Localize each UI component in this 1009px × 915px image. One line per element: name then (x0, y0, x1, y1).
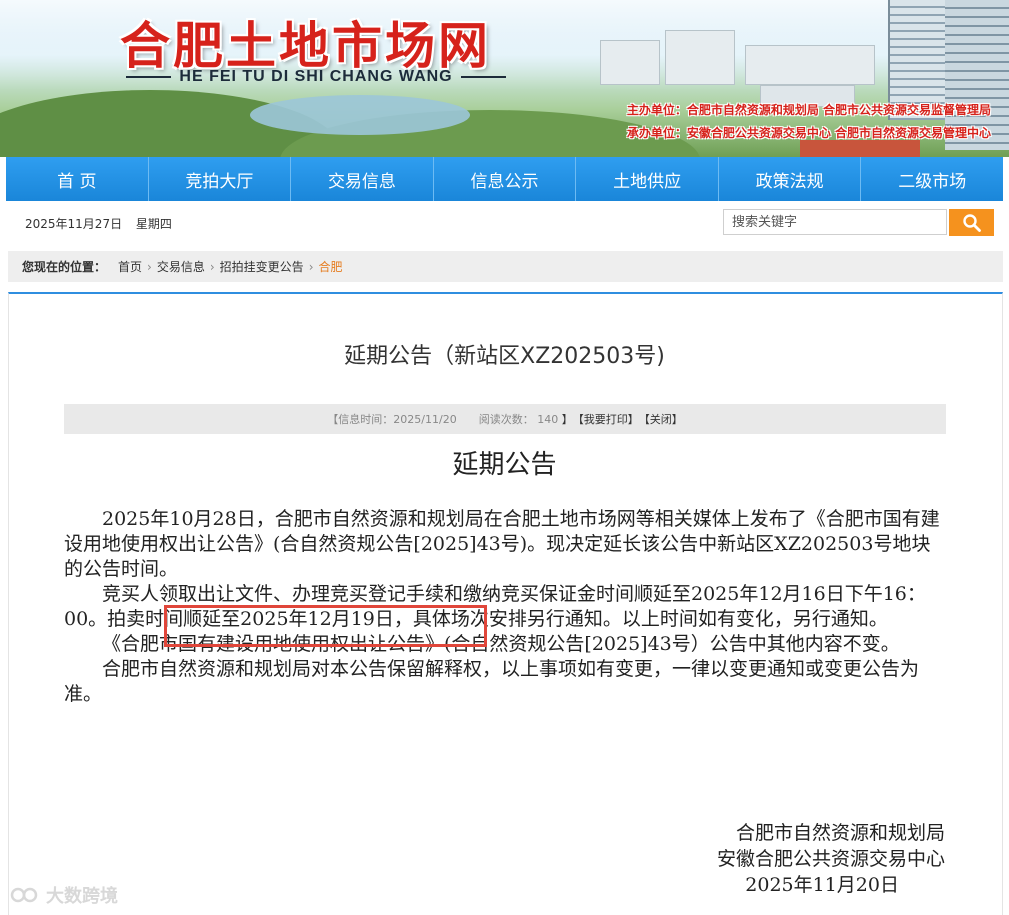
search-icon (962, 213, 981, 232)
banner-building (745, 45, 875, 85)
print-link[interactable]: 【我要打印】 (573, 411, 639, 427)
breadcrumb: 您现在的位置： 首页 › 交易信息 › 招拍挂变更公告 › 合肥 (8, 251, 1003, 282)
banner-lake (250, 95, 470, 135)
chevron-right-icon: › (308, 259, 314, 274)
chevron-right-icon: › (209, 259, 215, 274)
signature-org-1: 合肥市自然资源和规划局 (735, 822, 945, 844)
signature-org-2: 安徽合肥公共资源交易中心 (716, 848, 945, 870)
watermark-text: 大数跨境 (46, 886, 118, 907)
search-input[interactable] (723, 209, 947, 235)
nav-item-home[interactable]: 首 页 (6, 157, 149, 201)
info-date-label: 【信息时间： (327, 413, 394, 426)
nav-item-land-supply[interactable]: 土地供应 (576, 157, 719, 201)
info-views-value: 140 (537, 412, 559, 426)
paragraph: 合肥市自然资源和规划局对本公告保留解释权，以上事项如有变更，一律以变更通知或变更… (64, 658, 920, 705)
breadcrumb-hefei[interactable]: 合肥 (319, 258, 343, 275)
article-title: 延期公告（新站区XZ202503号) (344, 344, 665, 369)
breadcrumb-label: 您现在的位置： (22, 260, 107, 274)
nav-item-transaction-info[interactable]: 交易信息 (291, 157, 434, 201)
document-heading: 延期公告 (452, 450, 557, 480)
date-display: 2025年11月27日 星期四 (25, 215, 182, 232)
breadcrumb-home[interactable]: 首页 (118, 258, 142, 275)
signature-date: 2025年11月20日 (745, 874, 899, 896)
signature-block: 合肥市自然资源和规划局 安徽合肥公共资源交易中心 2025年11月20日 (717, 820, 945, 898)
info-bracket: 】 (561, 413, 573, 426)
current-weekday: 星期四 (135, 217, 172, 231)
nav-item-policy[interactable]: 政策法规 (719, 157, 862, 201)
current-date: 2025年11月27日 (25, 217, 123, 231)
close-link[interactable]: 【关闭】 (639, 411, 683, 427)
watermark-logo-icon (10, 887, 38, 903)
site-pinyin-text: HE FEI TU DI SHI CHANG WANG (179, 68, 453, 85)
highlight-annotation (164, 605, 487, 647)
sponsor-line: 主办单位：合肥市自然资源和规划局 合肥市公共资源交易监督管理局 (626, 103, 991, 117)
banner-court (800, 140, 920, 157)
site-pinyin: HE FEI TU DI SHI CHANG WANG (126, 68, 507, 86)
pinyin-rule (460, 76, 507, 78)
breadcrumb-transaction-info[interactable]: 交易信息 (157, 258, 205, 275)
article-info-bar: 【信息时间： 2025/11/20 阅读次数： 140 】 【我要打印】 【关闭… (64, 404, 946, 434)
search-button[interactable] (949, 209, 994, 236)
nav-item-info-disclosure[interactable]: 信息公示 (434, 157, 577, 201)
chevron-right-icon: › (147, 259, 152, 274)
watermark: 大数跨境 (10, 882, 118, 908)
breadcrumb-change-notices[interactable]: 招拍挂变更公告 (220, 258, 304, 275)
info-date-value: 2025/11/20 (393, 412, 457, 426)
organizer-line: 承办单位：安徽合肥公共资源交易中心 合肥市自然资源交易管理中心 (626, 126, 991, 140)
pinyin-rule (126, 76, 172, 78)
banner-building (665, 30, 735, 85)
site-banner: 合肥土地市场网 HE FEI TU DI SHI CHANG WANG 主办单位… (0, 0, 1009, 157)
nav-item-auction-hall[interactable]: 竞拍大厅 (149, 157, 292, 201)
nav-item-secondary-market[interactable]: 二级市场 (861, 157, 1003, 201)
paragraph: 2025年10月28日，合肥市自然资源和规划局在合肥土地市场网等相关媒体上发布了… (64, 508, 940, 580)
banner-building (600, 40, 660, 85)
info-views-label: 阅读次数： (478, 413, 534, 426)
main-nav: 首 页 竞拍大厅 交易信息 信息公示 土地供应 政策法规 二级市场 (6, 157, 1003, 201)
